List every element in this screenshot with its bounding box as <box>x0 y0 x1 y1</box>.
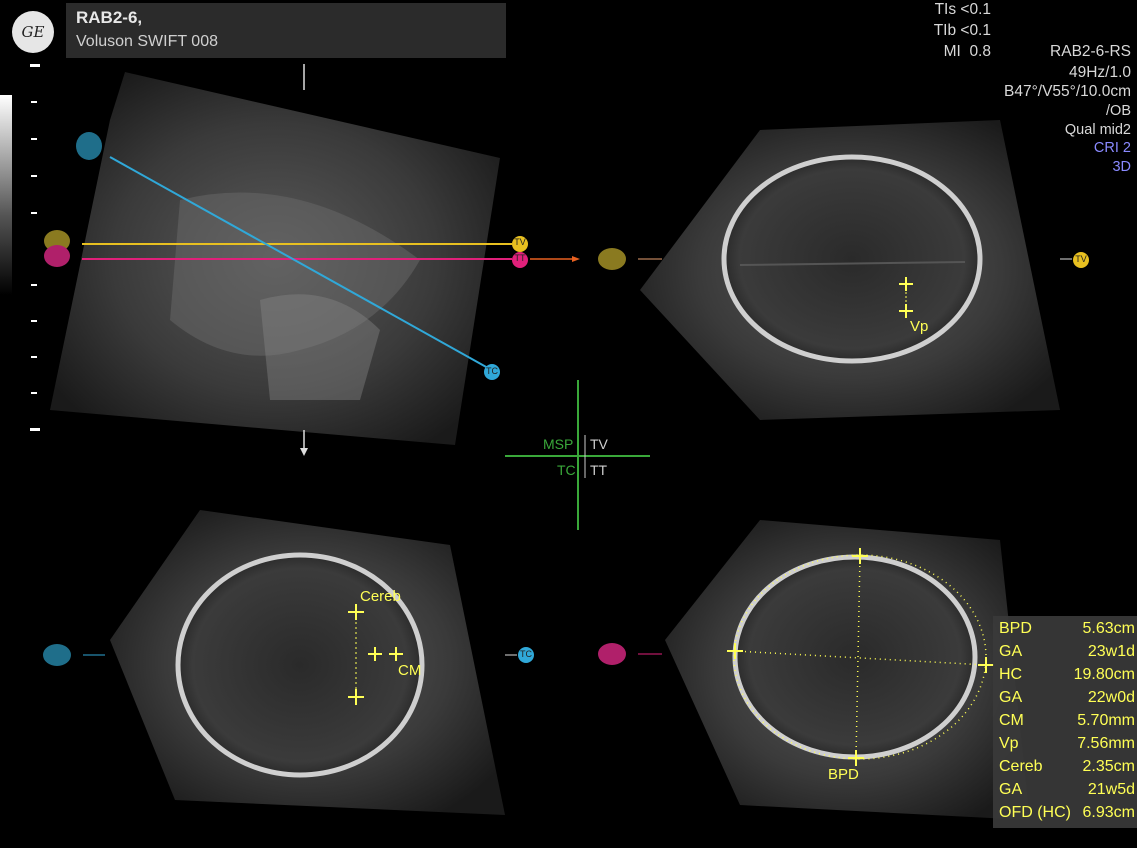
ultrasound-canvas <box>43 64 1089 820</box>
tv-dot-label-right: TV <box>1075 254 1087 264</box>
measurement-row: Vp 7.56mm <box>999 735 1135 752</box>
vp-label: Vp <box>910 318 929 335</box>
measurement-row: GA 23w1d <box>999 643 1135 660</box>
measurement-row: GA 21w5d <box>999 781 1135 798</box>
orientation-tc: TC <box>557 462 576 478</box>
measurement-row: Cereb 2.35cm <box>999 758 1135 775</box>
cm-label: CM <box>398 662 422 679</box>
orientation-msp: MSP <box>543 436 574 452</box>
transthalamic-view[interactable] <box>598 520 1030 820</box>
measurement-row: CM 5.70mm <box>999 712 1135 729</box>
transventricular-view[interactable] <box>598 120 1089 420</box>
tc-dot-label: TC <box>486 366 498 376</box>
measurement-row: HC 19.80cm <box>999 666 1135 683</box>
measurement-row: GA 22w0d <box>999 689 1135 706</box>
orientation-tt: TT <box>590 462 608 478</box>
orientation-cross <box>505 380 650 530</box>
cereb-label: Cereb <box>360 588 401 605</box>
transcerebellar-view[interactable] <box>43 510 534 815</box>
bpd-label: BPD <box>828 766 859 783</box>
tt-dot-label: TT <box>514 253 526 263</box>
tv-dot-label: TV <box>514 237 526 247</box>
tt-plane-marker <box>44 245 70 267</box>
measurement-row: OFD (HC) 6.93cm <box>999 804 1135 821</box>
measurement-row: BPD 5.63cm <box>999 620 1135 637</box>
orientation-tv: TV <box>590 436 608 452</box>
tc-dot-label-bottom: TC <box>520 649 532 659</box>
tc-plane-marker <box>76 132 102 160</box>
